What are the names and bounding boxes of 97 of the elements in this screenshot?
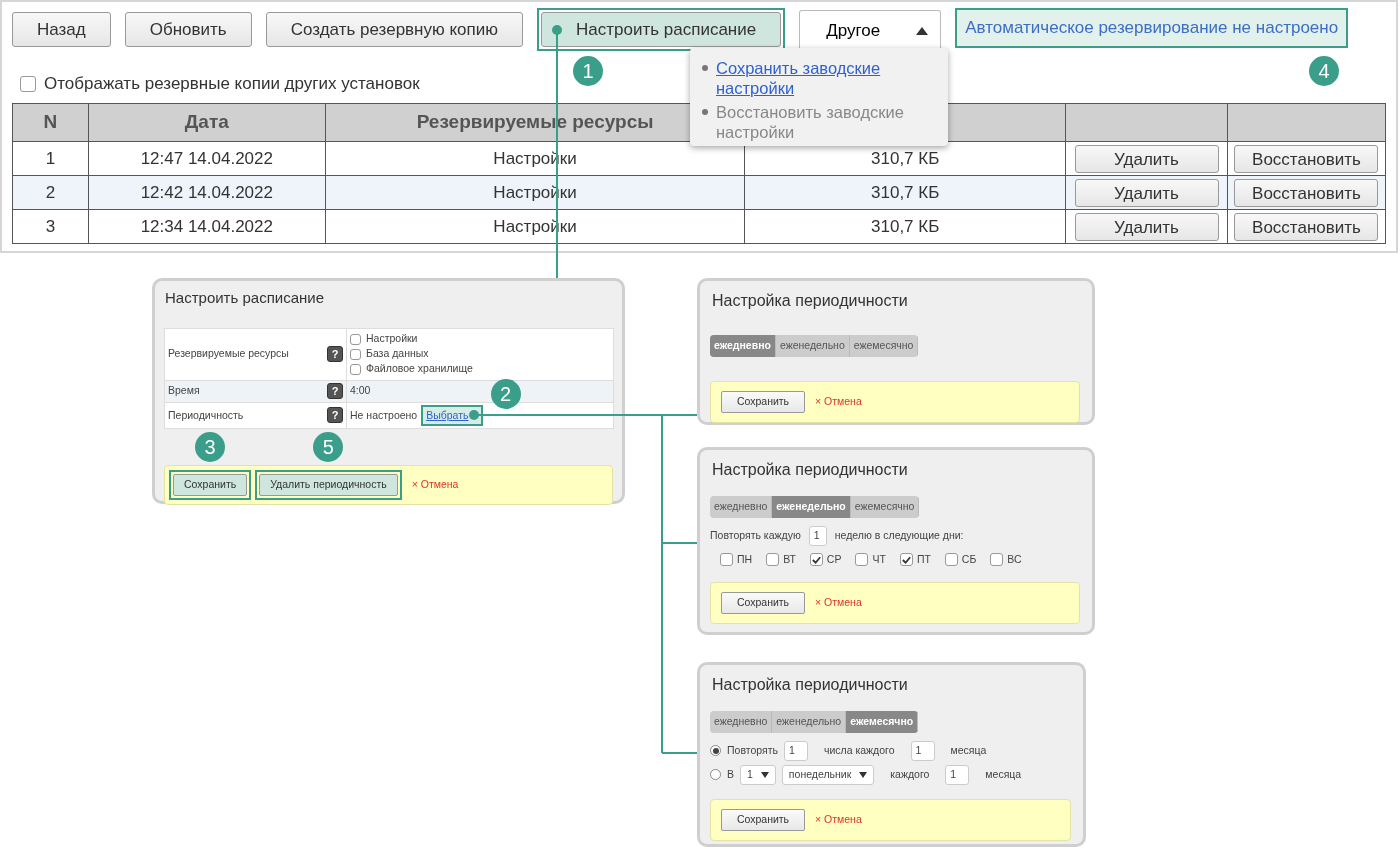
restore-button[interactable]: Восстановить [1234, 178, 1379, 207]
bullet-icon [702, 65, 708, 71]
checkbox-label: Отображать резервные копии других установок [44, 72, 420, 95]
dialog-title: Настроить расписание [164, 288, 325, 308]
field-label: числа каждого [823, 742, 895, 758]
help-button[interactable]: ? [327, 407, 343, 424]
checkbox-label: Файловое хранилище [366, 361, 473, 377]
callout-number: 1 [573, 56, 603, 86]
checkbox-label: ПТ [916, 551, 931, 567]
callout-number: 4 [1309, 56, 1339, 86]
table-cell: 310,7 КБ [744, 175, 1066, 210]
tab[interactable]: ежемесячно [850, 496, 920, 518]
tab[interactable]: ежемесячно [846, 711, 919, 733]
delete-button[interactable]: Удалить [1074, 178, 1219, 207]
field-label: месяца [985, 766, 1022, 782]
table-cell: 2 [12, 175, 89, 210]
cancel-link[interactable]: × Отмена [815, 594, 862, 611]
checkbox-label: ВС [1007, 551, 1022, 567]
dropdown-field[interactable]: 1 [740, 764, 776, 785]
dialog-button[interactable]: Сохранить [173, 474, 248, 497]
toolbar-button[interactable]: Настроить расписание [541, 12, 782, 47]
table-cell: 1 [12, 141, 89, 176]
checkbox[interactable] [350, 363, 361, 375]
save-button[interactable]: Сохранить [721, 390, 805, 413]
field-label: Повторять каждую [710, 527, 801, 543]
tab[interactable]: еженедельно [772, 496, 851, 518]
toolbar-button[interactable]: Создать резервную копию [265, 12, 523, 47]
table-cell: 12:47 14.04.2022 [88, 141, 326, 176]
restore-button[interactable]: Восстановить [1234, 212, 1379, 241]
dialog-title: Настройка периодичности [711, 460, 909, 480]
checkbox[interactable] [720, 553, 733, 567]
help-button[interactable]: ? [327, 346, 343, 362]
dropdown-button[interactable]: Другое [799, 10, 942, 50]
column-header: Дата [88, 103, 326, 142]
field-value: 4:00 [350, 384, 371, 397]
checkbox[interactable] [990, 553, 1004, 567]
checkbox-label: ПН [737, 551, 753, 567]
field-label: Резервируемые ресурсы [168, 346, 289, 362]
checkbox[interactable] [944, 553, 958, 567]
checkbox[interactable] [350, 333, 361, 345]
cancel-link[interactable]: × Отмена [815, 811, 862, 828]
save-button[interactable]: Сохранить [721, 808, 805, 831]
choose-link[interactable]: Выбрать [426, 407, 469, 424]
dialog-title: Настройка периодичности [711, 675, 909, 695]
table-cell: 3 [12, 209, 89, 244]
field-label: месяца [950, 742, 987, 758]
dialog-title: Настройка периодичности [711, 291, 909, 311]
table-cell: 12:42 14.04.2022 [88, 175, 326, 210]
checkbox-label: Настройки [366, 331, 418, 347]
radio-label: В [727, 766, 734, 782]
tab[interactable]: ежемесячно [849, 335, 919, 357]
number-field[interactable]: 1 [783, 740, 808, 761]
checkbox[interactable] [809, 553, 823, 567]
caret-icon [859, 771, 868, 778]
table-cell: 12:34 14.04.2022 [88, 209, 326, 244]
table-cell: 310,7 КБ [744, 209, 1066, 244]
checkbox[interactable] [855, 553, 869, 567]
field-label: Время [168, 383, 200, 399]
tab[interactable]: ежедневно [710, 335, 776, 357]
tab[interactable]: ежедневно [710, 711, 773, 733]
field-label: каждого [890, 766, 930, 782]
status-text: Автоматическое резервирование не настроено [955, 8, 1349, 48]
cancel-link[interactable]: × Отмена [411, 477, 459, 494]
cancel-link[interactable]: × Отмена [815, 393, 862, 410]
dropdown-field[interactable]: понедельник [781, 764, 875, 785]
field-label: неделю в следующие дни: [834, 527, 964, 543]
checkbox[interactable] [899, 553, 913, 567]
checkbox-label: База данных [366, 346, 429, 362]
save-button[interactable]: Сохранить [721, 591, 805, 614]
checkbox[interactable] [766, 553, 780, 567]
field-value: Не настроено [350, 407, 418, 423]
checkbox-label: ВТ [783, 551, 796, 567]
number-field[interactable]: 1 [945, 764, 970, 785]
caret-icon [760, 771, 769, 778]
number-field[interactable]: 1 [910, 740, 935, 761]
delete-button[interactable]: Удалить [1074, 144, 1219, 173]
bullet-icon [702, 109, 708, 115]
caret-icon [916, 26, 929, 35]
restore-button[interactable]: Восстановить [1234, 144, 1379, 173]
dialog-button[interactable]: Удалить периодичность [259, 474, 398, 497]
column-header: N [12, 103, 89, 142]
tab[interactable]: еженедельно [775, 335, 850, 357]
checkbox[interactable] [350, 348, 361, 360]
checkbox-label: СР [826, 551, 842, 567]
field-label: Периодичность [168, 407, 244, 423]
checkbox-label: СБ [961, 551, 977, 567]
radio-button[interactable] [710, 769, 721, 781]
toolbar-button[interactable]: Назад [12, 12, 111, 47]
checkbox[interactable] [20, 75, 36, 92]
delete-button[interactable]: Удалить [1074, 212, 1219, 241]
radio-label: Повторять [727, 742, 778, 758]
checkbox-label: ЧТ [872, 551, 886, 567]
menu-item[interactable]: Сохранить заводские настройки [716, 58, 940, 98]
toolbar-button[interactable]: Обновить [124, 12, 252, 47]
number-field[interactable]: 1 [808, 525, 827, 546]
radio-button[interactable] [710, 745, 721, 757]
help-button[interactable]: ? [327, 383, 343, 399]
